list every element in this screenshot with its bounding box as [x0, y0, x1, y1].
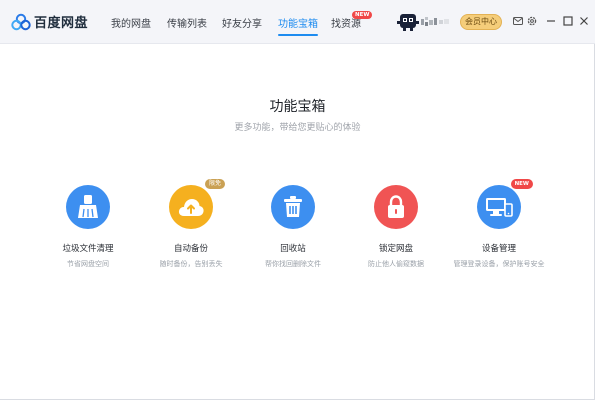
tool-name: 自动备份	[173, 244, 208, 254]
cloud-upload-icon	[178, 199, 204, 216]
tool-name: 锁定网盘	[378, 244, 413, 254]
mail-icon[interactable]	[512, 15, 524, 27]
tab-my-drive[interactable]: 我的网盘	[111, 15, 151, 30]
tool-description: 节省网盘空间	[67, 260, 109, 268]
tool-junk-cleanup[interactable]: 垃圾文件清理 节省网盘空间	[33, 185, 143, 269]
vip-center-button[interactable]: 会员中心	[460, 14, 502, 30]
close-icon[interactable]	[578, 15, 590, 27]
tab-transfer-list[interactable]: 传输列表	[167, 15, 207, 30]
active-tab-underline	[278, 34, 318, 36]
page-title: 功能宝箱	[269, 99, 326, 115]
trash-icon	[284, 196, 302, 217]
app-logo[interactable]: 百度网盘	[11, 12, 88, 31]
app-name: 百度网盘	[34, 16, 89, 31]
maximize-icon[interactable]	[562, 15, 574, 27]
devices-icon	[486, 198, 513, 217]
settings-icon[interactable]	[526, 15, 538, 27]
baidu-cloud-logo-icon	[11, 13, 31, 30]
tool-name: 垃圾文件清理	[62, 244, 114, 254]
tab-friend-share[interactable]: 好友分享	[222, 15, 262, 30]
tool-auto-backup[interactable]: 限免 自动备份 随时备份，告别丢失	[136, 179, 246, 269]
tab-toolbox[interactable]: 功能宝箱	[278, 15, 318, 36]
tool-icon-circle: NEW	[477, 179, 533, 229]
tool-device-management[interactable]: NEW 设备管理 管理登录设备，保护账号安全	[444, 179, 554, 269]
tool-name: 回收站	[280, 244, 306, 254]
free-trial-badge: 限免	[204, 179, 225, 189]
tool-icon-circle	[271, 185, 315, 229]
username-blurred	[421, 17, 449, 26]
tool-description: 防止他人偷窥数据	[368, 260, 424, 268]
new-badge: NEW	[352, 11, 373, 19]
tool-lock-drive[interactable]: 锁定网盘 防止他人偷窥数据	[341, 185, 451, 269]
tool-description: 帮你找回删除文件	[265, 260, 321, 268]
tool-icon-circle	[374, 185, 418, 229]
avatar[interactable]	[397, 12, 419, 32]
lock-icon	[388, 195, 404, 218]
tool-description: 随时备份，告别丢失	[159, 260, 223, 268]
minimize-icon[interactable]	[545, 15, 557, 27]
broom-icon	[78, 195, 98, 218]
tool-recycle-bin[interactable]: 回收站 帮你找回删除文件	[238, 185, 348, 269]
tool-name: 设备管理	[481, 244, 516, 254]
new-badge: NEW	[510, 179, 533, 189]
title-bar: 百度网盘 我的网盘 传输列表 好友分享 功能宝箱 找资源 NEW 会员中心	[0, 0, 595, 44]
tool-icon-circle: 限免	[169, 179, 225, 229]
tool-description: 管理登录设备，保护账号安全	[453, 260, 545, 268]
tool-icon-circle	[66, 185, 110, 229]
tab-toolbox-label: 功能宝箱	[278, 19, 318, 30]
page-subtitle: 更多功能，带给您更贴心的体验	[234, 123, 361, 133]
